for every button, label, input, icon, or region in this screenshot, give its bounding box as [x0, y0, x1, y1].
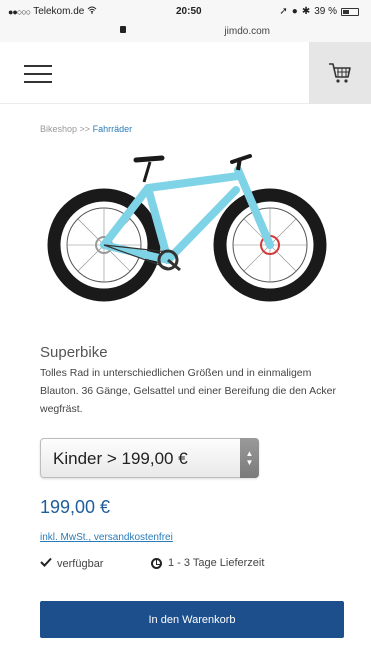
lock-icon — [120, 26, 126, 33]
availability-status: verfügbar — [40, 557, 103, 570]
delivery-time-label: 1 - 3 Tage Lieferzeit — [168, 557, 265, 569]
variant-selected-value: Kinder > 199,00 € — [53, 449, 188, 468]
hamburger-icon[interactable] — [24, 65, 52, 83]
product-description: Tolles Rad in unterschiedlichen Größen u… — [40, 367, 336, 415]
browser-url-bar[interactable]: jimdo.com — [0, 22, 371, 42]
status-right: ➚ ● ✱ 39 % — [279, 6, 359, 17]
product-price: 199,00 € — [40, 497, 111, 517]
breadcrumb: Bikeshop >> Fahrräder — [40, 124, 132, 134]
add-to-cart-button[interactable]: In den Warenkorb — [40, 601, 344, 638]
product-image[interactable] — [40, 140, 340, 315]
carrier-info: ●●○○○ Telekom.de — [8, 6, 97, 17]
url-text: jimdo.com — [224, 26, 270, 37]
cart-button[interactable] — [309, 42, 371, 104]
carrier-label: Telekom.de — [33, 6, 85, 17]
clock-time: 20:50 — [176, 6, 202, 17]
dropdown-arrow-icon[interactable]: ▲ ▼ — [240, 438, 259, 478]
signal-icon: ●●○○○ — [8, 6, 31, 17]
availability-label: verfügbar — [57, 557, 104, 570]
battery-percent: 39 % — [314, 6, 337, 17]
site-header — [0, 42, 371, 104]
breadcrumb-root[interactable]: Bikeshop — [40, 124, 77, 134]
wifi-icon — [87, 6, 97, 17]
alarm-icon: ● — [291, 6, 298, 17]
bike-frame — [100, 166, 274, 264]
clock-icon — [151, 557, 162, 569]
shopping-cart-icon — [329, 63, 351, 83]
checkmark-icon — [40, 557, 52, 570]
breadcrumb-current[interactable]: Fahrräder — [93, 124, 133, 134]
bluetooth-icon: ✱ — [301, 6, 311, 17]
status-bar: ●●○○○ Telekom.de 20:50 ➚ ● ✱ 39 % — [0, 0, 371, 22]
location-icon: ➚ — [279, 6, 288, 17]
breadcrumb-separator: >> — [79, 124, 91, 134]
battery-icon — [341, 7, 359, 16]
variant-dropdown[interactable]: Kinder > 199,00 € ▲ ▼ — [40, 438, 259, 478]
tax-shipping-link[interactable]: inkl. MwSt., versandkostenfrei — [40, 532, 173, 543]
delivery-time: 1 - 3 Tage Lieferzeit — [151, 557, 264, 569]
product-title: Superbike — [40, 344, 108, 361]
